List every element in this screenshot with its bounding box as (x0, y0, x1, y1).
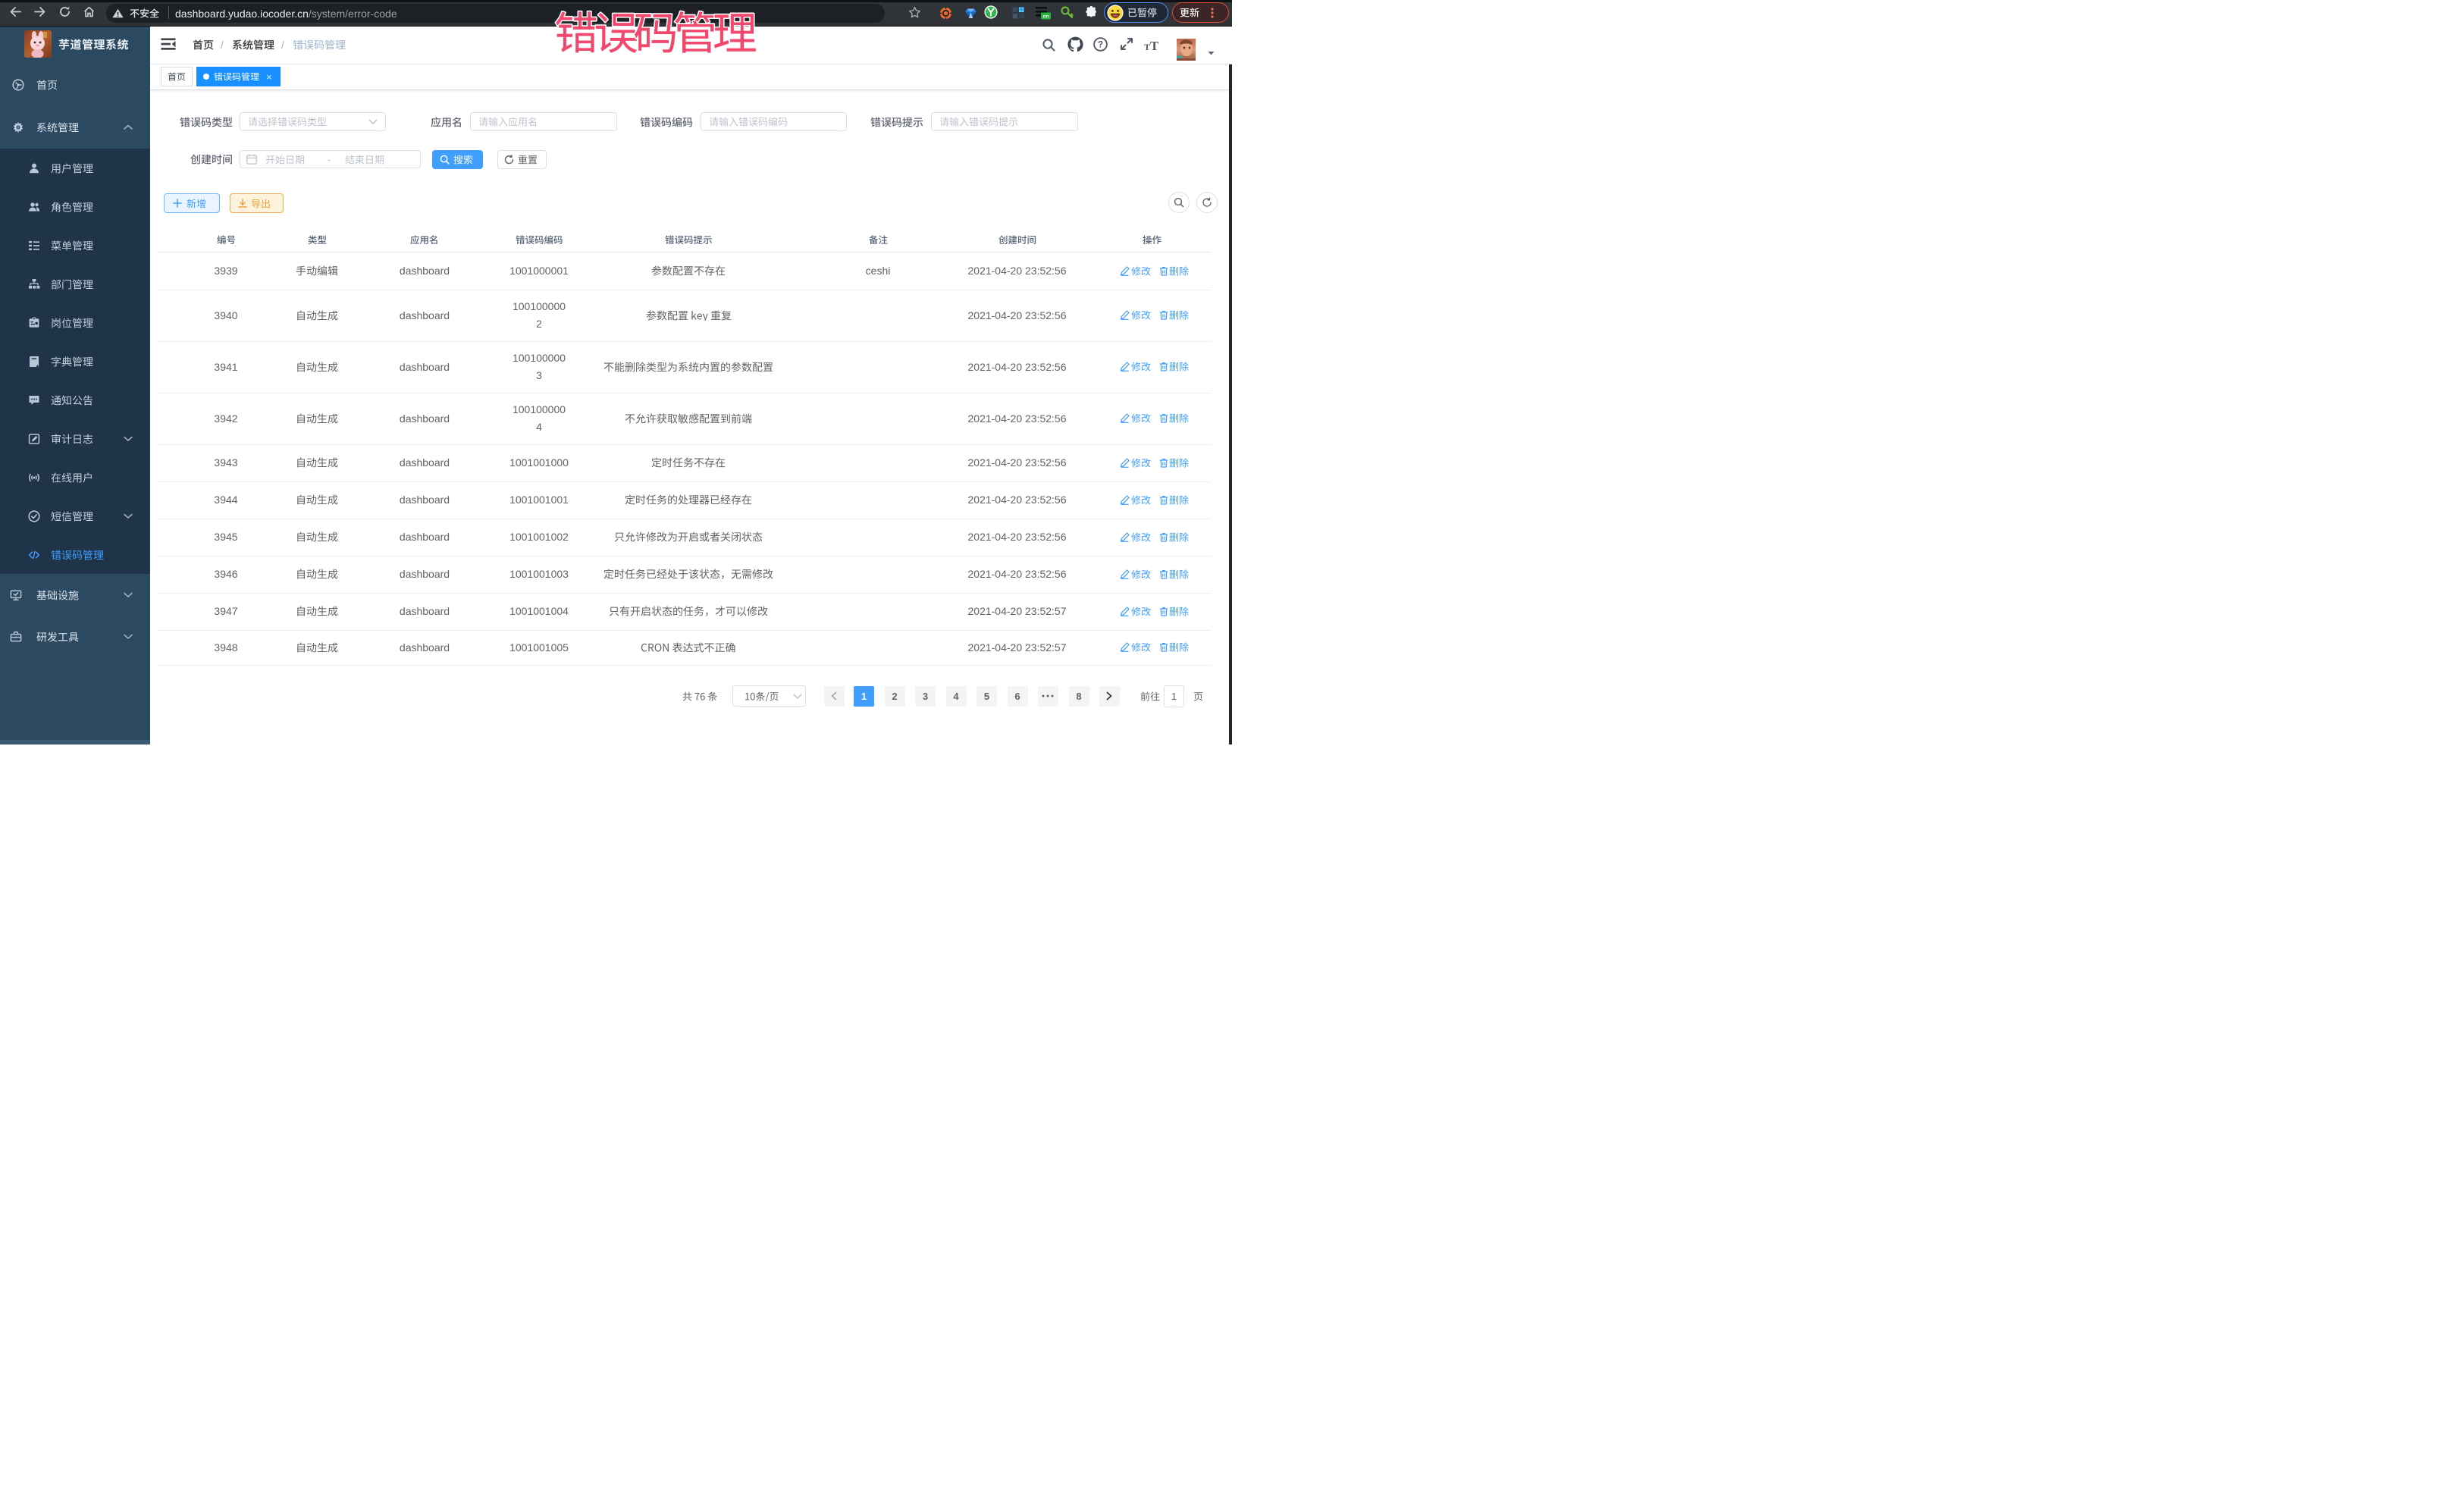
svg-text:T: T (1144, 42, 1150, 52)
svg-text:on: on (1043, 14, 1049, 19)
svg-text:?: ? (1098, 41, 1103, 50)
svg-text:T: T (1150, 39, 1159, 52)
